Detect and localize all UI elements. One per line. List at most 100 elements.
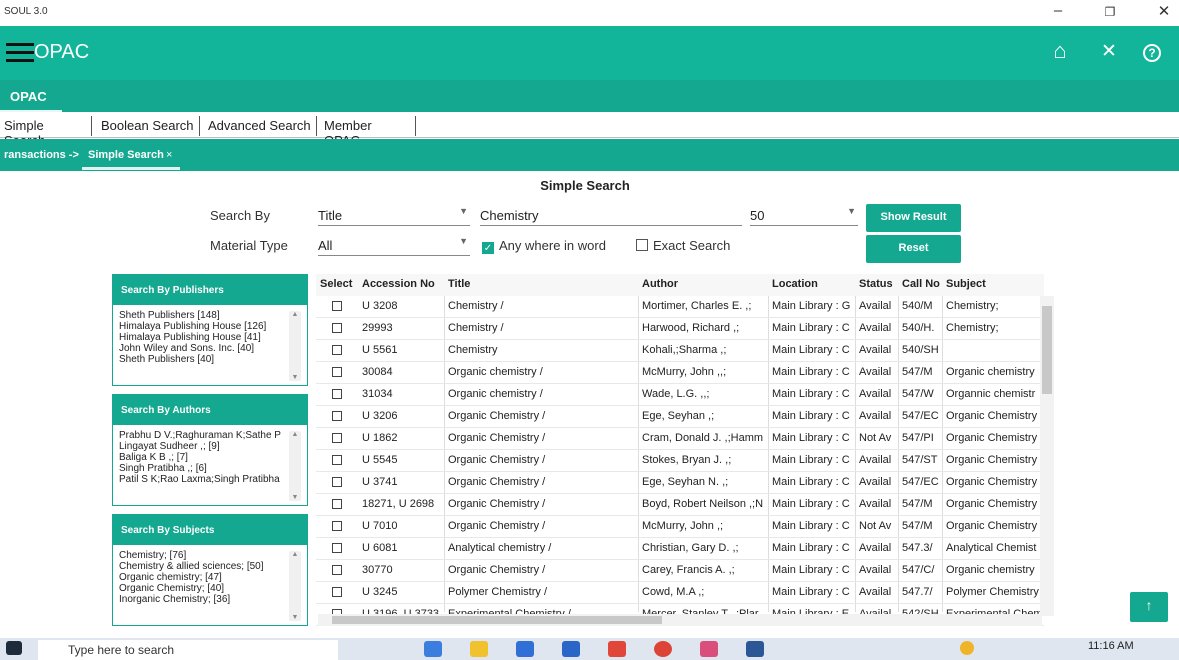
tab-advanced-search[interactable]: Advanced Search (204, 116, 317, 136)
facet-item[interactable]: John Wiley and Sons. Inc. [40] (119, 343, 291, 354)
restore-button[interactable]: ❐ (1098, 5, 1122, 19)
tab-member-opac[interactable]: Member OPAC (320, 116, 416, 148)
table-row[interactable]: U 3245 Polymer Chemistry / Cowd, M.A ,; Mai… (316, 582, 1044, 604)
facet-item[interactable]: Sheth Publishers [40] (119, 354, 291, 365)
table-row[interactable]: 30084 Organic chemistry / McMurry, John ,,… (316, 362, 1044, 384)
facet-item[interactable]: Chemistry & allied sciences; [50] (119, 561, 291, 572)
table-row[interactable]: U 5545 Organic Chemistry / Stokes, Bryan J… (316, 450, 1044, 472)
weather-icon[interactable] (960, 641, 974, 655)
facet-item[interactable]: Organic Chemistry; [40] (119, 583, 291, 594)
row-select-checkbox[interactable] (332, 433, 342, 443)
exact-search-checkbox[interactable]: Exact Search (636, 238, 730, 253)
scroll-down-icon[interactable]: ▼ (289, 494, 301, 501)
app-icon[interactable] (700, 641, 718, 657)
row-select-checkbox[interactable] (332, 345, 342, 355)
column-header[interactable]: Location (772, 278, 854, 290)
row-select-checkbox[interactable] (332, 543, 342, 553)
table-row[interactable]: U 3206 Organic Chemistry / Ege, Seyhan ,; M… (316, 406, 1044, 428)
results-horizontal-scrollbar[interactable] (318, 614, 1042, 626)
subjects-scrollbar[interactable]: ▲ ▼ (289, 551, 301, 621)
row-select-checkbox[interactable] (332, 565, 342, 575)
facet-item[interactable]: Chemistry; [76] (119, 550, 291, 561)
home-icon[interactable]: ⌂ (1048, 38, 1072, 64)
authors-list[interactable]: Prabhu D V.;Raghuraman K;Sathe P Lingaya… (113, 425, 307, 505)
result-limit-select[interactable]: 50 ▼ (750, 204, 858, 226)
column-header[interactable]: Select (320, 278, 360, 290)
reset-button[interactable]: Reset (866, 235, 961, 263)
edge-icon[interactable] (424, 641, 442, 657)
scroll-down-icon[interactable]: ▼ (289, 614, 301, 621)
table-row[interactable]: U 3741 Organic Chemistry / Ege, Seyhan N. … (316, 472, 1044, 494)
table-row[interactable]: 18271, U 2698 Organic Chemistry / Boyd, Ro… (316, 494, 1044, 516)
row-select-checkbox[interactable] (332, 521, 342, 531)
table-row[interactable]: U 1862 Organic Chemistry / Cram, Donald J.… (316, 428, 1044, 450)
table-row[interactable]: 31034 Organic chemistry / Wade, L.G. ,,; Ma… (316, 384, 1044, 406)
scroll-up-icon[interactable]: ▲ (289, 311, 301, 318)
facet-item[interactable]: Himalaya Publishing House [41] (119, 332, 291, 343)
row-select-checkbox[interactable] (332, 455, 342, 465)
row-select-checkbox[interactable] (332, 477, 342, 487)
scroll-up-icon[interactable]: ▲ (289, 431, 301, 438)
mail-icon[interactable] (562, 641, 580, 657)
table-row[interactable]: U 3208 Chemistry / Mortimer, Charles E. ,;… (316, 296, 1044, 318)
publishers-list[interactable]: Sheth Publishers [148] Himalaya Publishi… (113, 305, 307, 385)
file-explorer-icon[interactable] (470, 641, 488, 657)
column-header[interactable]: Subject (946, 278, 1042, 290)
facet-item[interactable]: Himalaya Publishing House [126] (119, 321, 291, 332)
module-tab-opac[interactable]: OPAC (10, 89, 47, 104)
facet-item[interactable]: Baliga K B ,; [7] (119, 452, 291, 463)
facet-item[interactable]: Singh Pratibha ,; [6] (119, 463, 291, 474)
facet-item[interactable]: Inorganic Chemistry; [36] (119, 594, 291, 605)
row-select-checkbox[interactable] (332, 323, 342, 333)
column-header[interactable]: Call No (902, 278, 942, 290)
column-header[interactable]: Status (859, 278, 899, 290)
row-select-checkbox[interactable] (332, 389, 342, 399)
breadcrumb-current[interactable]: Simple Search (88, 149, 164, 161)
column-header[interactable]: Author (642, 278, 766, 290)
breadcrumb-parent[interactable]: ransactions -> (4, 149, 79, 161)
minimize-button[interactable]: – (1046, 2, 1070, 19)
scroll-to-top-button[interactable]: ↑ (1130, 592, 1168, 622)
window-close-button[interactable]: ✕ (1152, 2, 1176, 20)
search-by-select[interactable]: Title ▼ (318, 204, 470, 226)
taskbar-clock[interactable]: 11:16 AM (1088, 640, 1134, 652)
taskbar-search[interactable]: Type here to search (38, 640, 338, 660)
chrome-icon[interactable] (654, 641, 672, 657)
facet-item[interactable]: Prabhu D V.;Raghuraman K;Sathe P (119, 430, 291, 441)
row-select-checkbox[interactable] (332, 587, 342, 597)
menu-icon[interactable] (6, 43, 34, 63)
scroll-down-icon[interactable]: ▼ (289, 374, 301, 381)
subjects-list[interactable]: Chemistry; [76] Chemistry & allied scien… (113, 545, 307, 625)
close-icon[interactable]: ✕ (1097, 40, 1121, 63)
tab-simple-search[interactable]: Simple Search (0, 116, 92, 148)
material-type-select[interactable]: All ▼ (318, 234, 470, 256)
windows-start-icon[interactable] (6, 641, 22, 655)
column-header[interactable]: Title (448, 278, 634, 290)
word-icon[interactable] (746, 641, 764, 657)
row-select-checkbox[interactable] (332, 411, 342, 421)
table-row[interactable]: 29993 Chemistry / Harwood, Richard ,; Main … (316, 318, 1044, 340)
breadcrumb-close-icon[interactable]: × (166, 149, 172, 161)
table-row[interactable]: 30770 Organic Chemistry / Carey, Francis A… (316, 560, 1044, 582)
table-row[interactable]: U 5561 Chemistry Kohali,;Sharma ,; Main Lib… (316, 340, 1044, 362)
scroll-up-icon[interactable]: ▲ (289, 551, 301, 558)
facet-item[interactable]: Organic chemistry; [47] (119, 572, 291, 583)
results-vertical-scrollbar[interactable] (1040, 296, 1054, 616)
column-header[interactable]: Accession No (362, 278, 442, 290)
anywhere-checkbox[interactable]: ✓ Any where in word (482, 238, 606, 254)
row-select-checkbox[interactable] (332, 301, 342, 311)
store-icon[interactable] (516, 641, 534, 657)
facet-item[interactable]: Lingayat Sudheer ,; [9] (119, 441, 291, 452)
scroll-thumb[interactable] (332, 616, 662, 624)
help-icon[interactable]: ? (1143, 44, 1161, 62)
search-query-input[interactable]: Chemistry (480, 204, 742, 226)
table-row[interactable]: U 7010 Organic Chemistry / McMurry, John ,… (316, 516, 1044, 538)
app-icon[interactable] (608, 641, 626, 657)
tab-boolean-search[interactable]: Boolean Search (97, 116, 200, 136)
facet-item[interactable]: Patil S K;Rao Laxma;Singh Pratibha (119, 474, 291, 485)
row-select-checkbox[interactable] (332, 367, 342, 377)
table-row[interactable]: U 6081 Analytical chemistry / Christian, G… (316, 538, 1044, 560)
scroll-thumb[interactable] (1042, 306, 1052, 394)
row-select-checkbox[interactable] (332, 499, 342, 509)
publishers-scrollbar[interactable]: ▲ ▼ (289, 311, 301, 381)
